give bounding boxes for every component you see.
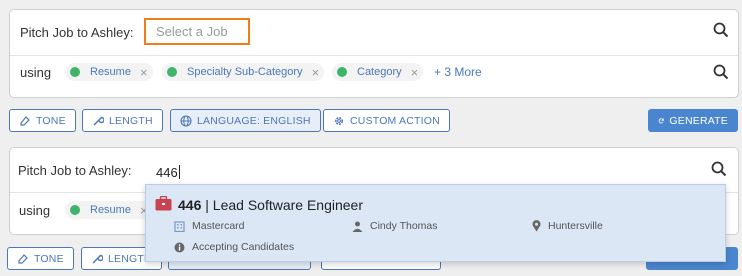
job-search-input[interactable]: 446 <box>156 165 180 180</box>
chip-label: Category <box>357 66 402 78</box>
length-label: LENGTH <box>109 114 153 127</box>
generate-button[interactable]: GENERATE <box>648 109 738 132</box>
status-dot-icon <box>70 205 80 215</box>
location-name: Huntersville <box>548 220 603 232</box>
owner-name: Cindy Thomas <box>370 220 438 232</box>
search-icon[interactable] <box>713 22 729 38</box>
building-icon <box>174 220 185 232</box>
company-meta: Mastercard <box>174 220 245 232</box>
wrench-icon <box>92 254 103 264</box>
search-icon[interactable] <box>711 161 727 177</box>
close-icon[interactable]: × <box>140 65 148 80</box>
generate-label: GENERATE <box>669 114 728 127</box>
language-button[interactable]: LANGUAGE: ENGLISH <box>170 109 321 132</box>
location-meta: Huntersville <box>532 220 603 232</box>
map-pin-icon <box>532 220 541 232</box>
job-search-results: 446 | Lead Software Engineer Mastercard … <box>145 184 726 262</box>
user-icon <box>352 221 363 232</box>
tone-button[interactable]: TONE <box>7 247 74 270</box>
status-meta: Accepting Candidates <box>174 241 294 253</box>
briefcase-icon <box>155 196 172 211</box>
eraser-icon <box>18 253 28 264</box>
text-caret <box>178 165 180 179</box>
pitch-label: Pitch Job to Ashley: <box>18 163 132 178</box>
globe-icon <box>180 114 192 127</box>
job-id: 446 <box>178 197 202 213</box>
gear-icon <box>334 116 344 125</box>
job-title: Lead Software Engineer <box>212 197 363 213</box>
close-icon[interactable]: × <box>411 65 419 80</box>
search-icon[interactable] <box>713 64 729 80</box>
job-search-value: 446 <box>156 165 178 180</box>
chip-category[interactable]: Category × <box>332 63 424 81</box>
pitch-panel-top: Pitch Job to Ashley: Select a Job using … <box>9 9 739 98</box>
tone-button[interactable]: TONE <box>9 109 76 132</box>
status-dot-icon <box>337 67 347 77</box>
refresh-icon <box>658 117 664 123</box>
chip-label: Specialty Sub-Category <box>187 66 303 78</box>
wrench-icon <box>93 116 104 126</box>
using-label: using <box>20 65 52 80</box>
chip-resume[interactable]: Resume × <box>65 63 153 81</box>
job-select-input[interactable]: Select a Job <box>144 18 250 45</box>
info-icon <box>174 242 185 252</box>
tone-label: TONE <box>36 114 66 127</box>
status-dot-icon <box>167 67 177 77</box>
pitch-label: Pitch Job to Ashley: <box>20 25 134 40</box>
using-label: using <box>19 203 51 218</box>
more-link[interactable]: + 3 More <box>434 65 482 79</box>
separator: | <box>201 197 213 213</box>
status-dot-icon <box>70 67 80 77</box>
job-result-title: 446 | Lead Software Engineer <box>178 197 363 213</box>
tone-label: TONE <box>34 252 64 265</box>
chip-label: Resume <box>90 66 131 78</box>
chip-specialty-sub-category[interactable]: Specialty Sub-Category × <box>162 63 325 81</box>
chip-label: Resume <box>90 204 131 216</box>
job-result-item[interactable]: 446 | Lead Software Engineer Mastercard … <box>146 185 725 261</box>
status-text: Accepting Candidates <box>192 241 295 253</box>
owner-meta: Cindy Thomas <box>352 220 438 232</box>
divider <box>10 55 738 56</box>
eraser-icon <box>20 115 30 126</box>
language-label: LANGUAGE: ENGLISH <box>197 114 311 127</box>
custom-action-label: CUSTOM ACTION <box>350 114 440 127</box>
chip-resume[interactable]: Resume × <box>65 201 153 219</box>
close-icon[interactable]: × <box>312 65 320 80</box>
company-name: Mastercard <box>192 220 245 232</box>
custom-action-button[interactable]: CUSTOM ACTION <box>323 109 450 132</box>
length-button[interactable]: LENGTH <box>82 109 163 132</box>
